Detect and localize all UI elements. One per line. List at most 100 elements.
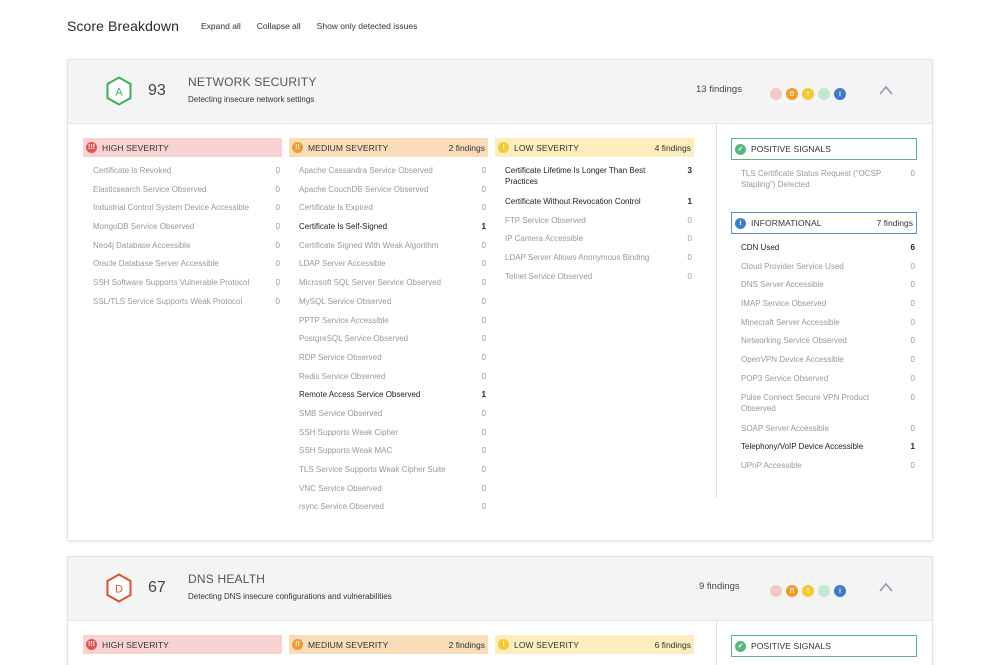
list-item[interactable]: UPnP Accessible 0: [741, 458, 917, 477]
svg-text:D: D: [115, 584, 123, 596]
list-item[interactable]: Apache CouchDB Service Observed 0: [299, 182, 488, 201]
collapse-chevron-up-icon[interactable]: [878, 580, 894, 592]
medium-severity-column: !! MEDIUM SEVERITY 2 findings: [289, 635, 488, 654]
list-item[interactable]: Certificate Without Revocation Control 1: [505, 194, 694, 213]
list-item[interactable]: FTP Service Observed 0: [505, 213, 694, 232]
info-dot-icon: i: [834, 585, 846, 597]
list-item[interactable]: DNS Server Accessible 0: [741, 277, 917, 296]
high-severity-icon: !!!: [86, 639, 97, 650]
list-item[interactable]: SSH Supports Weak Cipher 0: [299, 425, 488, 444]
category-description: Detecting DNS insecure configurations an…: [188, 592, 392, 601]
network-security-header[interactable]: A 93 NETWORK SECURITY Detecting insecure…: [68, 60, 932, 124]
collapse-chevron-up-icon[interactable]: [878, 83, 894, 95]
info-icon: i: [735, 217, 746, 229]
list-item[interactable]: Certificate Is Revoked 0: [93, 163, 282, 182]
list-item[interactable]: VNC Service Observed 0: [299, 481, 488, 500]
high-severity-column: !!! HIGH SEVERITY Certificate Is Revoked…: [83, 138, 282, 313]
low-severity-column: ! LOW SEVERITY 6 findings: [495, 635, 694, 654]
low-severity-header[interactable]: ! LOW SEVERITY 4 findings: [495, 138, 694, 157]
severity-dots: !! ! i: [770, 585, 850, 597]
list-item[interactable]: SSH Supports Weak MAC 0: [299, 443, 488, 462]
list-item[interactable]: Telnet Service Observed 0: [505, 269, 694, 288]
informational-column: i INFORMATIONAL 7 findings CDN Used 6 Clo…: [731, 212, 917, 477]
positive-signals-header[interactable]: ✓ POSITIVE SIGNALS: [731, 138, 917, 160]
expand-all-link[interactable]: Expand all: [201, 21, 241, 31]
list-item[interactable]: Apache Cassandra Service Observed 0: [299, 163, 488, 182]
list-item[interactable]: PPTP Service Accessible 0: [299, 313, 488, 332]
informational-list: CDN Used 6 Cloud Provider Service Used 0 D…: [731, 234, 917, 477]
list-item[interactable]: Certificate Signed With Weak Algorithm 0: [299, 238, 488, 257]
medium-severity-list: Apache Cassandra Service Observed 0 Apach…: [289, 157, 488, 518]
positive-signals-column: ✓ POSITIVE SIGNALS: [731, 635, 917, 657]
list-item[interactable]: OpenVPN Device Accessible 0: [741, 352, 917, 371]
list-item[interactable]: LDAP Server Accessible 0: [299, 256, 488, 275]
list-item[interactable]: LDAP Server Allows Anonymous Binding 0: [505, 250, 694, 269]
list-item[interactable]: SSH Software Supports Vulnerable Protoco…: [93, 275, 282, 294]
category-title: DNS HEALTH: [188, 572, 266, 586]
positive-signals-list: TLS Certificate Status Request ("OCSP St…: [731, 160, 917, 197]
list-item[interactable]: TLS Certificate Status Request ("OCSP St…: [741, 166, 917, 197]
list-item[interactable]: PostgreSQL Service Observed 0: [299, 331, 488, 350]
info-dot-icon: i: [834, 88, 846, 100]
list-item[interactable]: Remote Access Service Observed 1: [299, 387, 488, 406]
list-item[interactable]: Certificate Is Expired 0: [299, 200, 488, 219]
medium-severity-dot-icon: !!: [786, 585, 798, 597]
svg-text:A: A: [115, 87, 123, 99]
list-item[interactable]: Oracle Database Server Accessible 0: [93, 256, 282, 275]
low-severity-icon: !: [498, 142, 509, 153]
list-item[interactable]: POP3 Service Observed 0: [741, 371, 917, 390]
list-item[interactable]: IMAP Service Observed 0: [741, 296, 917, 315]
high-severity-header[interactable]: !!! HIGH SEVERITY: [83, 138, 282, 157]
page-title: Score Breakdown: [67, 18, 180, 34]
list-item[interactable]: rsync Service Observed 0: [299, 499, 488, 518]
low-severity-list: Certificate Lifetime Is Longer Than Best…: [495, 157, 694, 287]
medium-severity-header[interactable]: !! MEDIUM SEVERITY 2 findings: [289, 138, 488, 157]
informational-header[interactable]: i INFORMATIONAL 7 findings: [731, 212, 917, 234]
medium-severity-dot-icon: !!: [786, 88, 798, 100]
positive-signals-header[interactable]: ✓ POSITIVE SIGNALS: [731, 635, 917, 657]
grade-a-hexagon-icon: A: [106, 76, 132, 106]
high-severity-column: !!! HIGH SEVERITY: [83, 635, 282, 654]
list-item[interactable]: Pulse Connect Secure VPN Product Observe…: [741, 390, 917, 421]
list-item[interactable]: CDN Used 6: [741, 240, 917, 259]
list-item[interactable]: Certificate Is Self-Signed 1: [299, 219, 488, 238]
medium-severity-header[interactable]: !! MEDIUM SEVERITY 2 findings: [289, 635, 488, 654]
category-title: NETWORK SECURITY: [188, 75, 317, 89]
high-severity-header[interactable]: !!! HIGH SEVERITY: [83, 635, 282, 654]
list-item[interactable]: MySQL Service Observed 0: [299, 294, 488, 313]
collapse-all-link[interactable]: Collapse all: [257, 21, 301, 31]
medium-severity-column: !! MEDIUM SEVERITY 2 findings Apache Cas…: [289, 138, 488, 518]
positive-dot-icon: [818, 88, 830, 100]
findings-count: 9 findings: [699, 581, 740, 592]
show-detected-issues-link[interactable]: Show only detected issues: [317, 21, 418, 31]
list-item[interactable]: RDP Service Observed 0: [299, 350, 488, 369]
list-item[interactable]: Telephony/VoIP Device Accessible 1: [741, 439, 917, 458]
low-severity-header[interactable]: ! LOW SEVERITY 6 findings: [495, 635, 694, 654]
list-item[interactable]: Cloud Provider Service Used 0: [741, 259, 917, 278]
list-item[interactable]: SSL/TLS Service Supports Weak Protocol 0: [93, 294, 282, 313]
list-item[interactable]: Certificate Lifetime Is Longer Than Best…: [505, 163, 694, 194]
high-severity-dot-icon: [770, 88, 782, 100]
list-item[interactable]: MongoDB Service Observed 0: [93, 219, 282, 238]
list-item[interactable]: SMB Service Observed 0: [299, 406, 488, 425]
check-icon: ✓: [735, 640, 746, 652]
list-item[interactable]: IP Camera Accessible 0: [505, 231, 694, 250]
list-item[interactable]: SOAP Server Accessible 0: [741, 421, 917, 440]
list-item[interactable]: Redis Service Observed 0: [299, 369, 488, 388]
list-item[interactable]: Networking Service Observed 0: [741, 333, 917, 352]
dns-health-header[interactable]: D 67 DNS HEALTH Detecting DNS insecure c…: [68, 557, 932, 621]
severity-dots: !! ! i: [770, 88, 850, 100]
list-item[interactable]: Elasticsearch Service Observed 0: [93, 182, 282, 201]
check-icon: ✓: [735, 143, 746, 155]
list-item[interactable]: Industrial Control System Device Accessi…: [93, 200, 282, 219]
low-severity-dot-icon: !: [802, 88, 814, 100]
dns-health-card: D 67 DNS HEALTH Detecting DNS insecure c…: [67, 556, 933, 665]
list-item[interactable]: Microsoft SQL Server Service Observed 0: [299, 275, 488, 294]
low-severity-column: ! LOW SEVERITY 4 findings Certificate Li…: [495, 138, 694, 287]
medium-severity-icon: !!: [292, 142, 303, 153]
list-item[interactable]: Minecraft Server Accessible 0: [741, 315, 917, 334]
category-description: Detecting insecure network settings: [188, 95, 315, 104]
findings-count: 13 findings: [696, 84, 742, 95]
list-item[interactable]: Neo4j Database Accessible 0: [93, 238, 282, 257]
list-item[interactable]: TLS Service Supports Weak Cipher Suite 0: [299, 462, 488, 481]
